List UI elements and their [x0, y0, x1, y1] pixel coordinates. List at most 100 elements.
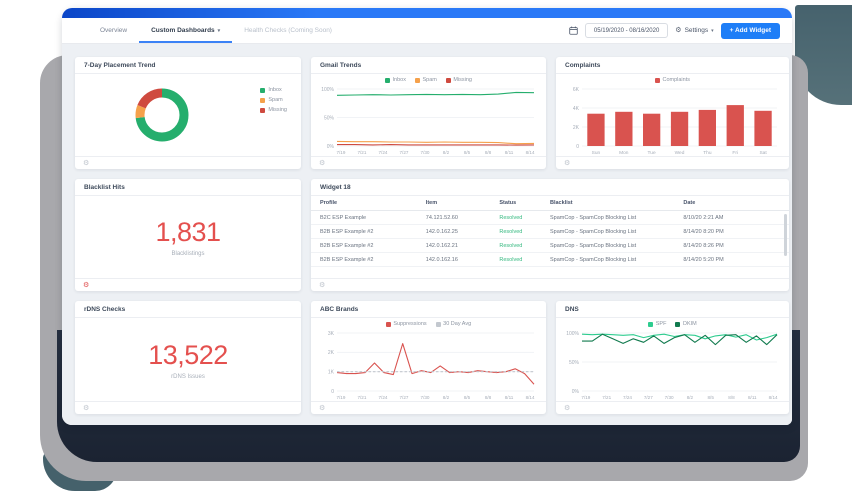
legend-swatch	[415, 78, 420, 83]
svg-text:8/5: 8/5	[708, 395, 715, 400]
gear-icon[interactable]: ⚙	[319, 405, 325, 412]
gear-icon[interactable]: ⚙	[83, 160, 89, 167]
widget-grid: 7-Day Placement Trend InboxSpamMissing ⚙…	[62, 44, 792, 425]
settings-menu[interactable]: ⚙ Settings ▾	[675, 27, 713, 34]
tab-label: Custom Dashboards	[151, 27, 215, 34]
svg-text:8/11: 8/11	[748, 395, 757, 400]
rdns-subtitle: rDNS Issues	[171, 374, 205, 380]
date-range-input[interactable]: 05/19/2020 - 08/16/2020	[585, 23, 668, 38]
svg-text:7/24: 7/24	[623, 395, 632, 400]
svg-text:0: 0	[331, 389, 334, 395]
svg-text:3K: 3K	[328, 331, 335, 337]
legend-item: Missing	[446, 77, 472, 83]
svg-text:7/30: 7/30	[421, 150, 430, 155]
tab-label: Health Checks (Coming Soon)	[244, 27, 332, 34]
widget-footer: ⚙	[556, 156, 789, 169]
svg-text:50%: 50%	[569, 360, 580, 366]
widget-footer: ⚙	[311, 278, 789, 291]
settings-label: Settings	[685, 27, 709, 34]
cell-item: 74.121.52.60	[426, 215, 500, 221]
svg-text:8/14: 8/14	[526, 395, 535, 400]
svg-text:0: 0	[576, 144, 579, 150]
legend-label: Suppressions	[393, 321, 426, 327]
dashboard-window: Overview Custom Dashboards ▾ Health Chec…	[62, 8, 792, 425]
svg-text:0%: 0%	[572, 389, 580, 395]
add-widget-button[interactable]: + Add Widget	[721, 23, 780, 39]
svg-text:8/14: 8/14	[769, 395, 778, 400]
rdns-count: 13,522	[148, 340, 228, 371]
legend-swatch	[260, 88, 265, 93]
legend-label: SPF	[656, 321, 667, 327]
widget-title: DNS	[556, 301, 789, 318]
cell-status: Resolved	[499, 243, 550, 249]
cell-status: Resolved	[499, 215, 550, 221]
legend-swatch	[436, 322, 441, 327]
legend-label: Spam	[422, 77, 436, 83]
tab-overview[interactable]: Overview	[88, 18, 139, 43]
legend-swatch	[386, 322, 391, 327]
svg-text:7/30: 7/30	[421, 395, 430, 400]
gear-icon[interactable]: ⚙	[564, 405, 570, 412]
cell-date: 8/14/20 5:20 PM	[683, 257, 780, 263]
chart-legend: Suppressions 30 Day Avg	[311, 318, 546, 330]
widget-footer: ⚙	[311, 156, 546, 169]
calendar-icon[interactable]	[569, 26, 578, 35]
tab-health-checks[interactable]: Health Checks (Coming Soon)	[232, 18, 344, 43]
placement-donut-chart: InboxSpamMissing	[75, 74, 301, 156]
svg-text:Sun: Sun	[592, 150, 601, 156]
cell-date: 8/10/20 2:21 AM	[683, 215, 780, 221]
legend-item: 30 Day Avg	[436, 321, 472, 327]
svg-text:100%: 100%	[566, 331, 579, 337]
table-row[interactable]: B2B ESP Example #2 142.0.162.16 Resolved…	[311, 253, 789, 267]
widget-dns: DNS SPFDKIM100%50%0%7/197/217/247/277/30…	[556, 301, 789, 414]
gear-icon[interactable]: ⚙	[319, 160, 325, 167]
svg-text:8/14: 8/14	[526, 150, 535, 155]
svg-text:7/19: 7/19	[336, 150, 345, 155]
col-header-blacklist: Blacklist	[550, 200, 683, 206]
legend-swatch	[655, 78, 660, 83]
table-scrollbar[interactable]	[784, 214, 787, 256]
legend-item: Complaints	[655, 77, 690, 83]
legend-item: Missing	[260, 107, 287, 113]
svg-text:Fri: Fri	[732, 150, 738, 156]
widget-footer: ⚙	[556, 401, 789, 414]
cell-item: 142.0.162.16	[426, 257, 500, 263]
table-header-row: Profile Item Status Blacklist Date	[311, 196, 789, 211]
widget-title: Complaints	[556, 57, 789, 74]
cell-item: 142.0.162.25	[426, 229, 500, 235]
col-header-date: Date	[683, 200, 780, 206]
chevron-down-icon: ▾	[218, 28, 221, 34]
svg-text:1K: 1K	[328, 369, 335, 375]
table-row[interactable]: B2C ESP Example 74.121.52.60 Resolved Sp…	[311, 211, 789, 225]
gear-icon[interactable]: ⚙	[83, 282, 89, 289]
blacklist-subtitle: Blacklistings	[171, 251, 204, 257]
gmail-trends-chart: InboxSpamMissing100%50%0%7/197/217/247/2…	[311, 74, 546, 156]
gear-icon[interactable]: ⚙	[319, 282, 325, 289]
svg-text:7/19: 7/19	[581, 395, 590, 400]
cell-blacklist: SpamCop - SpamCop Blocking List	[550, 229, 683, 235]
cell-profile: B2B ESP Example #2	[320, 243, 426, 249]
svg-text:8/2: 8/2	[443, 395, 450, 400]
legend-swatch	[648, 322, 653, 327]
legend-swatch	[446, 78, 451, 83]
table-row[interactable]: B2B ESP Example #2 142.0.162.25 Resolved…	[311, 225, 789, 239]
svg-text:7/21: 7/21	[357, 395, 366, 400]
cell-status: Resolved	[499, 229, 550, 235]
cell-item: 142.0.162.21	[426, 243, 500, 249]
svg-text:0%: 0%	[327, 144, 335, 150]
legend-item: Spam	[260, 97, 287, 103]
widget-footer: ⚙	[311, 401, 546, 414]
col-header-profile: Profile	[320, 200, 426, 206]
tab-custom-dashboards[interactable]: Custom Dashboards ▾	[139, 18, 232, 43]
gear-icon[interactable]: ⚙	[564, 160, 570, 167]
table-row[interactable]: B2B ESP Example #2 142.0.162.21 Resolved…	[311, 239, 789, 253]
svg-text:7/24: 7/24	[378, 395, 387, 400]
svg-text:7/21: 7/21	[357, 150, 366, 155]
svg-text:7/19: 7/19	[336, 395, 345, 400]
dashboard-navbar: Overview Custom Dashboards ▾ Health Chec…	[62, 18, 792, 44]
abc-brands-chart: Suppressions30 Day Avg3K2K1K07/197/217/2…	[311, 318, 546, 401]
legend-item: DKIM	[675, 321, 696, 327]
gear-icon[interactable]: ⚙	[83, 405, 89, 412]
widget-placement-trend: 7-Day Placement Trend InboxSpamMissing ⚙	[75, 57, 301, 169]
cell-profile: B2C ESP Example	[320, 215, 426, 221]
